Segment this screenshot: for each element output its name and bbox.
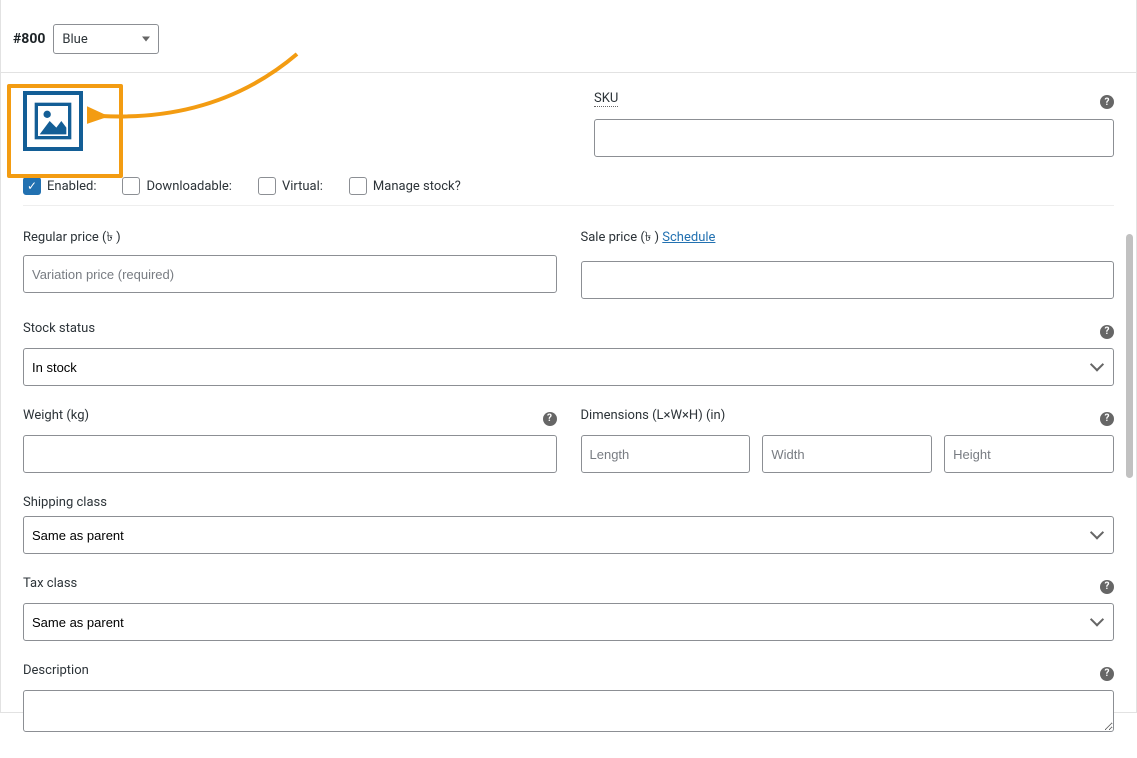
enabled-label: Enabled:: [47, 179, 96, 194]
help-icon[interactable]: ?: [1100, 95, 1114, 109]
manage-stock-label: Manage stock?: [373, 179, 461, 194]
help-icon[interactable]: ?: [1100, 580, 1114, 594]
tax-class-label: Tax class: [23, 576, 77, 591]
schedule-link[interactable]: Schedule: [662, 230, 715, 245]
weight-label: Weight (kg): [23, 408, 89, 423]
sku-label: SKU: [594, 91, 618, 107]
upload-image-button[interactable]: [23, 91, 83, 151]
variation-header: #800 Blue: [1, 0, 1136, 73]
help-icon[interactable]: ?: [1100, 325, 1114, 339]
sale-price-input[interactable]: [581, 261, 1115, 299]
regular-price-input[interactable]: [23, 255, 557, 293]
variation-id: #800: [13, 31, 45, 47]
regular-price-label: Regular price (৳ ): [23, 228, 557, 249]
dimensions-label: Dimensions (L×W×H) (in): [581, 408, 726, 423]
scrollbar-thumb[interactable]: [1126, 234, 1133, 478]
sku-input[interactable]: [594, 119, 1114, 157]
virtual-checkbox[interactable]: [258, 177, 276, 195]
scrollbar-track: [1122, 0, 1136, 712]
downloadable-label: Downloadable:: [146, 179, 231, 194]
stock-status-select[interactable]: In stock: [23, 348, 1114, 386]
shipping-class-label: Shipping class: [23, 495, 1114, 510]
downloadable-checkbox[interactable]: [122, 177, 140, 195]
length-input[interactable]: [581, 435, 751, 473]
attribute-color-select[interactable]: Blue: [53, 24, 159, 54]
description-label: Description: [23, 663, 89, 678]
help-icon[interactable]: ?: [1100, 412, 1114, 426]
sale-price-label: Sale price (৳ ) Schedule: [581, 228, 716, 249]
width-input[interactable]: [762, 435, 932, 473]
height-input[interactable]: [944, 435, 1114, 473]
enabled-checkbox[interactable]: [23, 177, 41, 195]
help-icon[interactable]: ?: [1100, 667, 1114, 681]
help-icon[interactable]: ?: [543, 412, 557, 426]
weight-input[interactable]: [23, 435, 557, 473]
virtual-label: Virtual:: [282, 179, 323, 194]
attribute-color-value: Blue: [62, 32, 87, 47]
shipping-class-select[interactable]: Same as parent: [23, 516, 1114, 554]
stock-status-label: Stock status: [23, 321, 95, 336]
manage-stock-checkbox[interactable]: [349, 177, 367, 195]
description-textarea[interactable]: [23, 690, 1114, 732]
tax-class-select[interactable]: Same as parent: [23, 603, 1114, 641]
checkbox-row: Enabled: Downloadable: Virtual: Manage s…: [23, 169, 1114, 206]
image-placeholder-icon: [33, 101, 73, 141]
